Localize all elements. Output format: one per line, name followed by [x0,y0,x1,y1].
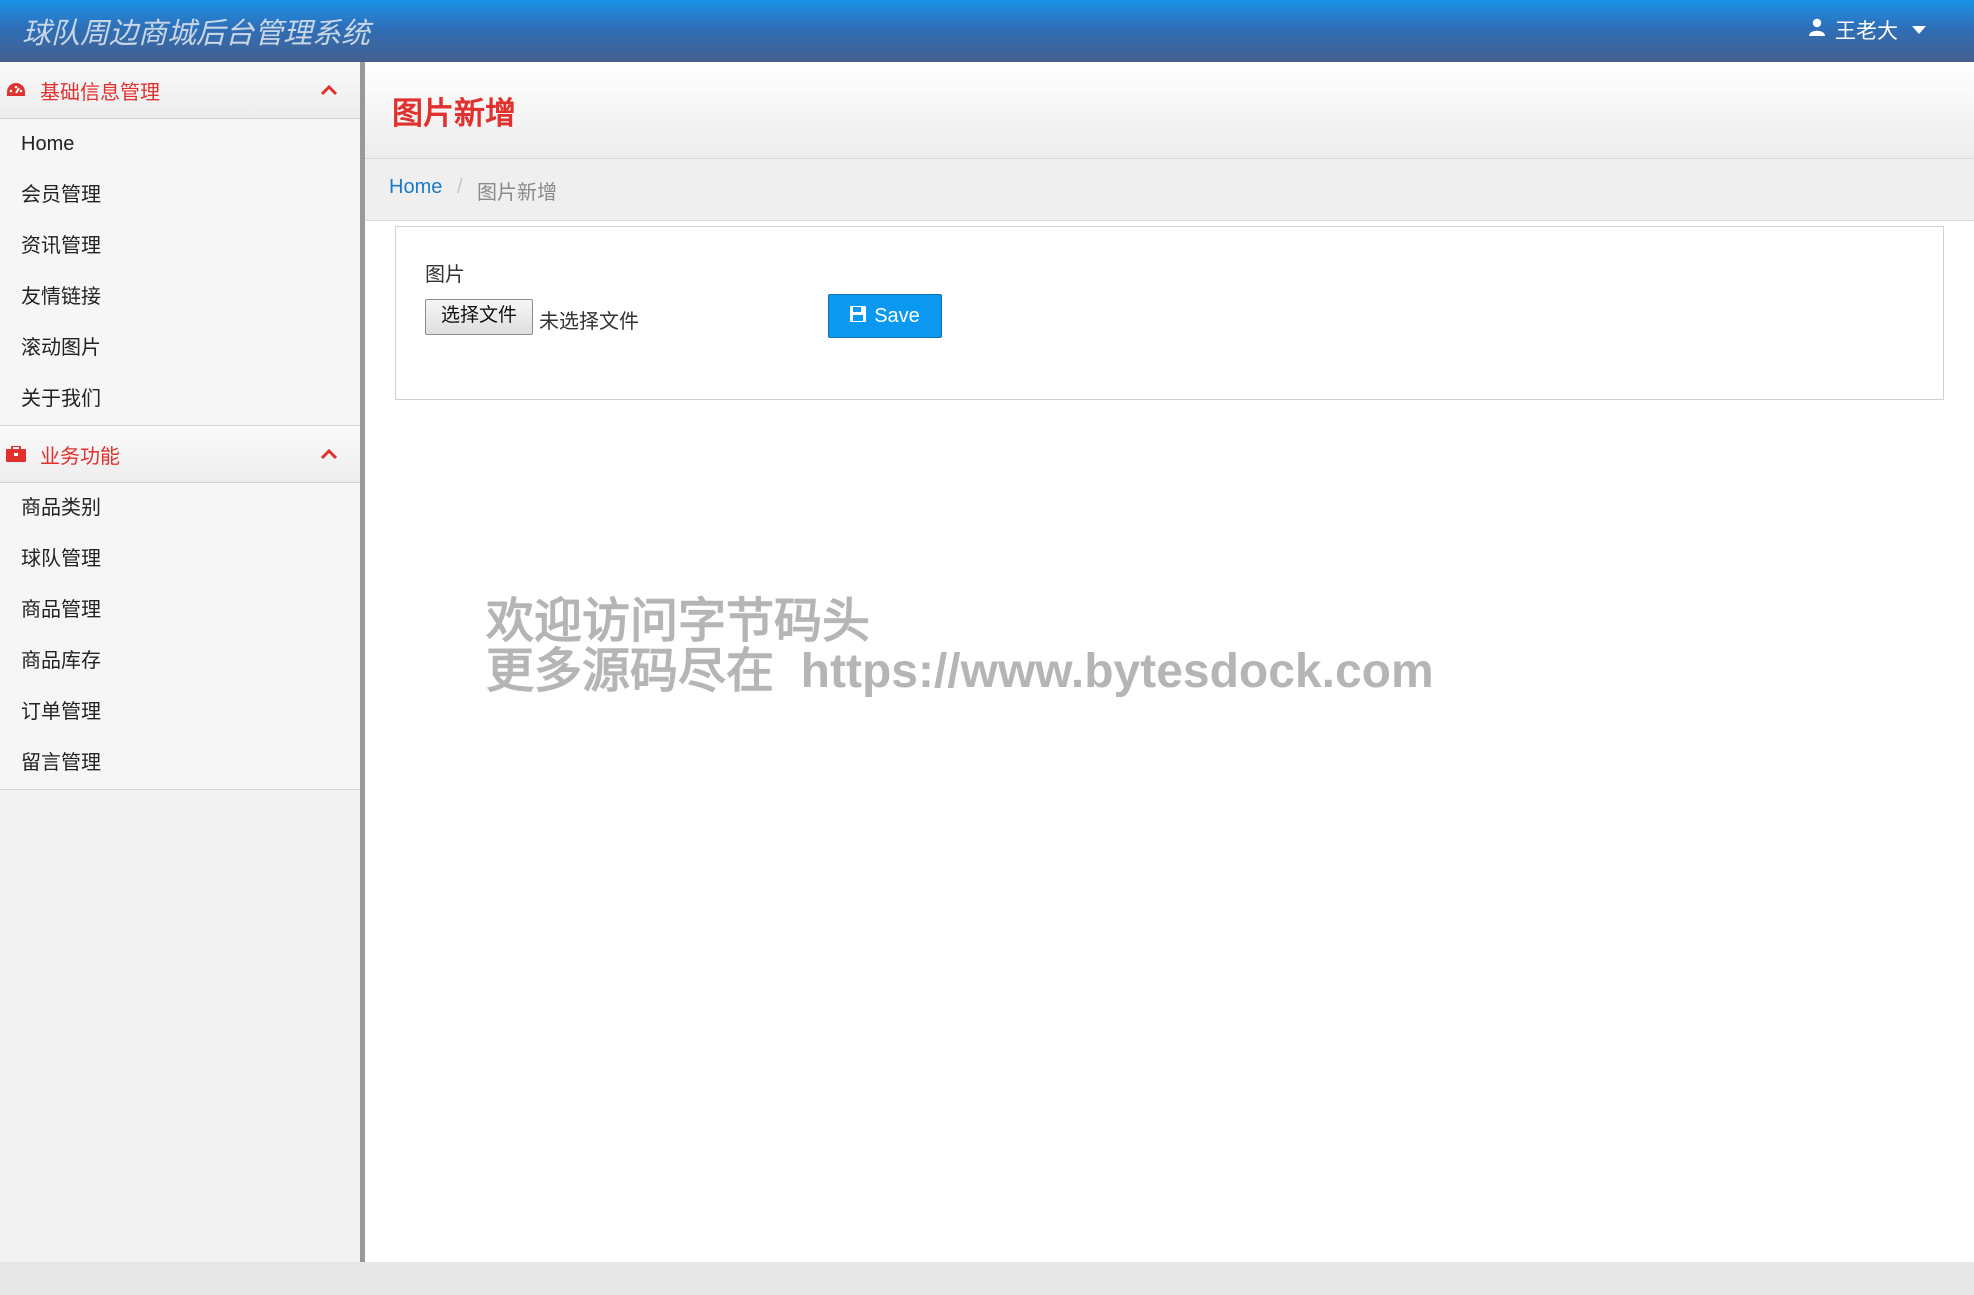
sidebar-menu-business: 商品类别 球队管理 商品管理 商品库存 订单管理 留言管理 [0,483,360,790]
sidebar-group-business[interactable]: 业务功能 [0,426,360,483]
breadcrumb-current: 图片新增 [477,182,557,204]
main-content: 图片新增 Home / 图片新增 图片 选择文件 未选择文件 Save [365,62,1974,1262]
top-navbar: 球队周边商城后台管理系统 王老大 [0,0,1974,62]
chevron-up-icon [320,80,338,103]
sidebar-item-inventory[interactable]: 商品库存 [0,636,360,687]
breadcrumb-home-link[interactable]: Home [389,176,442,199]
image-field-label: 图片 [425,264,465,286]
bottom-strip [0,1262,1974,1295]
sidebar-item-carousel[interactable]: 滚动图片 [0,323,360,374]
user-icon [1809,18,1825,42]
sidebar-item-categories[interactable]: 商品类别 [0,483,360,534]
sidebar-item-news[interactable]: 资讯管理 [0,221,360,272]
sidebar-menu-basic-info: Home 会员管理 资讯管理 友情链接 滚动图片 关于我们 [0,119,360,426]
breadcrumb-separator: / [457,176,463,198]
user-menu[interactable]: 王老大 [1809,15,1926,45]
sidebar-item-products[interactable]: 商品管理 [0,585,360,636]
sidebar-group-basic-info[interactable]: 基础信息管理 [0,62,360,119]
sidebar-item-messages[interactable]: 留言管理 [0,738,360,789]
sidebar-item-teams[interactable]: 球队管理 [0,534,360,585]
page-header: 图片新增 [365,62,1974,159]
sidebar-group-label: 基础信息管理 [40,81,160,104]
user-name: 王老大 [1835,20,1898,43]
dashboard-icon [6,81,26,104]
page-title: 图片新增 [392,96,516,131]
image-upload-form: 图片 选择文件 未选择文件 Save [395,226,1944,400]
save-button[interactable]: Save [828,294,942,338]
sidebar: 基础信息管理 Home 会员管理 资讯管理 友情链接 滚动图片 关于我们 业务功… [0,62,365,1262]
sidebar-item-home[interactable]: Home [0,119,360,170]
caret-down-icon [1912,26,1926,34]
chevron-up-icon [320,444,338,467]
save-icon [850,305,867,328]
sidebar-item-members[interactable]: 会员管理 [0,170,360,221]
app-title: 球队周边商城后台管理系统 [22,16,371,50]
sidebar-item-orders[interactable]: 订单管理 [0,687,360,738]
choose-file-button[interactable]: 选择文件 [425,299,533,335]
file-status-text: 未选择文件 [539,311,639,333]
sidebar-group-label: 业务功能 [40,445,120,468]
save-button-label: Save [874,304,920,327]
briefcase-icon [6,445,26,468]
sidebar-item-about[interactable]: 关于我们 [0,374,360,425]
breadcrumb: Home / 图片新增 [365,159,1974,221]
sidebar-item-links[interactable]: 友情链接 [0,272,360,323]
